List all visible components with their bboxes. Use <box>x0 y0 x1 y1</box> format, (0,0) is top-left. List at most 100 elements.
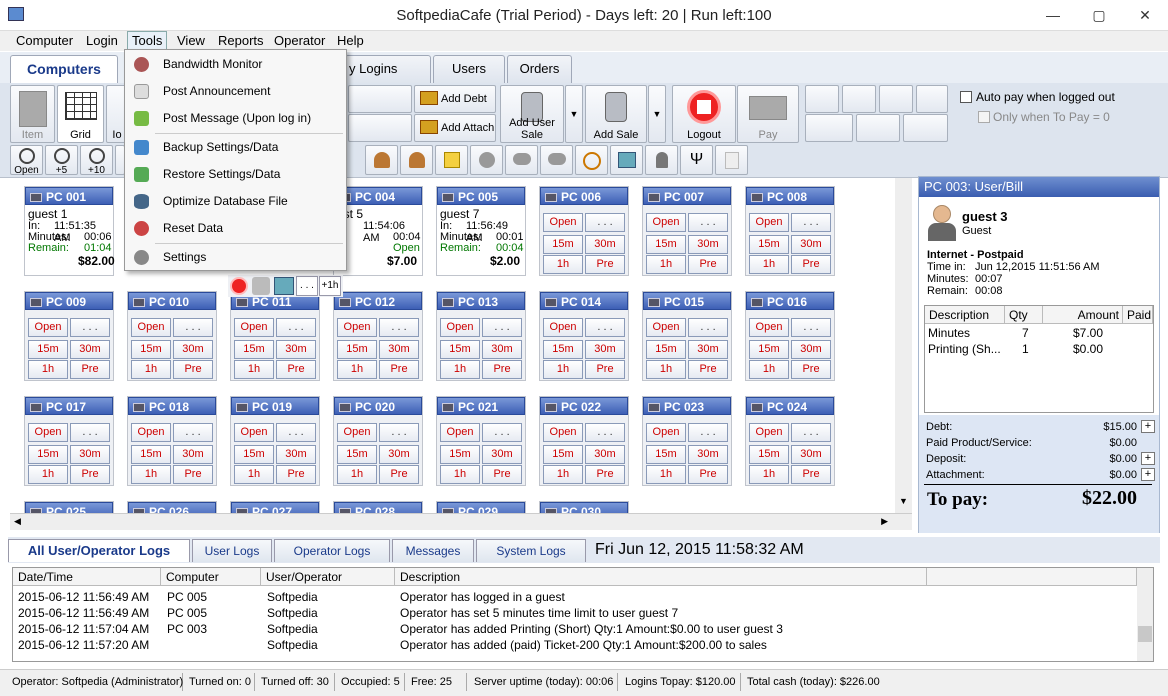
computer-tile[interactable]: PC 008 Open. . . 15m 30m 1h Pre <box>745 186 835 276</box>
pc-h1-button[interactable]: 1h <box>749 465 789 484</box>
computer-tile[interactable]: PC 009 Open. . . 15m 30m 1h Pre <box>24 291 114 381</box>
computer-tile[interactable]: PC 005 guest 7 In: 11:56:49 AM Minutes: 00:01… <box>436 186 526 276</box>
computer-tile[interactable]: PC 001 guest 1 In: 11:51:35 AM Minutes: 00:06… <box>24 186 115 276</box>
computer-tile-header[interactable]: PC 025 <box>25 502 113 513</box>
pc-pre-button[interactable]: Pre <box>791 360 831 379</box>
pc-h1-button[interactable]: 1h <box>440 360 480 379</box>
computer-tile-header[interactable]: PC 023 <box>643 397 731 415</box>
auto-pay-checkbox[interactable] <box>960 91 972 103</box>
menu-post-announcement[interactable]: Post Announcement <box>125 78 346 104</box>
pc-m30-button[interactable]: 30m <box>585 445 625 464</box>
menu-restore-settings[interactable]: Restore Settings/Data <box>125 161 346 187</box>
pc-dots-button[interactable]: . . . <box>791 213 831 232</box>
pc-m15-button[interactable]: 15m <box>749 445 789 464</box>
pc-m30-button[interactable]: 30m <box>585 235 625 254</box>
network-button[interactable] <box>610 145 643 175</box>
toolbar-gray-5[interactable] <box>805 114 853 142</box>
pc-m15-button[interactable]: 15m <box>234 445 274 464</box>
add-sale-dropdown[interactable]: ▼ <box>648 85 666 143</box>
menu-login[interactable]: Login <box>86 33 118 48</box>
add-user-sale-button[interactable]: Add User Sale <box>500 85 564 143</box>
open-all-button[interactable]: Open <box>10 145 43 176</box>
pc-m30-button[interactable]: 30m <box>173 340 213 359</box>
pc-h1-button[interactable]: 1h <box>131 360 171 379</box>
table-row[interactable]: 2015-06-12 11:56:49 AM PC 005 Softpedia Ope… <box>13 605 1137 621</box>
log-col-datetime[interactable]: Date/Time <box>13 568 161 586</box>
pc-dots-button[interactable]: . . . <box>688 213 728 232</box>
log-col-user[interactable]: User/Operator <box>261 568 395 586</box>
tab-all-logs[interactable]: All User/Operator Logs <box>8 539 190 562</box>
pc-m30-button[interactable]: 30m <box>70 445 110 464</box>
add-sale-button[interactable]: Add Sale <box>585 85 647 143</box>
pc-dots-button[interactable]: . . . <box>585 318 625 337</box>
logout-button[interactable]: Logout <box>672 85 736 143</box>
pc-pre-button[interactable]: Pre <box>482 360 522 379</box>
pc-h1-button[interactable]: 1h <box>234 360 274 379</box>
cup-icon[interactable] <box>252 277 270 295</box>
computer-tile[interactable]: PC 024 Open. . . 15m 30m 1h Pre <box>745 396 835 486</box>
pc-open-button[interactable]: Open <box>337 423 377 442</box>
pc-dots-button[interactable]: . . . <box>70 318 110 337</box>
computer-tile-header[interactable]: PC 010 <box>128 292 216 310</box>
pc-h1-button[interactable]: 1h <box>337 360 377 379</box>
pc-m15-button[interactable]: 15m <box>131 340 171 359</box>
pc-dots-button[interactable]: . . . <box>791 318 831 337</box>
pc-m30-button[interactable]: 30m <box>791 445 831 464</box>
computer-tile-header[interactable]: PC 027 <box>231 502 319 513</box>
pc-h1-button[interactable]: 1h <box>543 360 583 379</box>
pc-pre-button[interactable]: Pre <box>173 465 213 484</box>
log-col-computer[interactable]: Computer <box>161 568 261 586</box>
pc-open-button[interactable]: Open <box>543 213 583 232</box>
computer-tile-header[interactable]: PC 015 <box>643 292 731 310</box>
item-view-button[interactable]: Item <box>10 85 55 143</box>
pc-dots-button[interactable]: . . . <box>173 318 213 337</box>
close-button[interactable]: ✕ <box>1122 0 1168 30</box>
pc-pre-button[interactable]: Pre <box>688 360 728 379</box>
computer-tile[interactable]: PC 012 Open. . . 15m 30m 1h Pre <box>333 291 423 381</box>
pc-dots-button[interactable]: . . . <box>585 423 625 442</box>
pc-m15-button[interactable]: 15m <box>440 445 480 464</box>
computer-tile[interactable]: PC 011 Open. . . 15m 30m 1h Pre <box>230 291 320 381</box>
toolbar-gray-6[interactable] <box>856 114 900 142</box>
grid-horizontal-scrollbar[interactable]: ◀ ▶ <box>10 513 912 530</box>
pc-m30-button[interactable]: 30m <box>585 340 625 359</box>
pc-m15-button[interactable]: 15m <box>234 340 274 359</box>
only-when-checkbox[interactable] <box>978 111 990 123</box>
menu-optimize-database[interactable]: Optimize Database File <box>125 188 346 214</box>
computer-tile[interactable]: PC 016 Open. . . 15m 30m 1h Pre <box>745 291 835 381</box>
pc-dots-button[interactable]: . . . <box>379 318 419 337</box>
menu-tools[interactable]: Tools <box>127 31 168 51</box>
pc-m30-button[interactable]: 30m <box>379 340 419 359</box>
pc-dots-button[interactable]: . . . <box>70 423 110 442</box>
computer-tile[interactable]: PC 021 Open. . . 15m 30m 1h Pre <box>436 396 526 486</box>
computer-tile[interactable]: PC 029Open. . .15m30m1hPre <box>436 501 526 513</box>
pc-pre-button[interactable]: Pre <box>585 465 625 484</box>
pc-pre-button[interactable]: Pre <box>70 360 110 379</box>
menu-reset-data[interactable]: Reset Data <box>125 215 346 241</box>
pc-pre-button[interactable]: Pre <box>482 465 522 484</box>
toolbar-gray-4[interactable] <box>916 85 948 113</box>
log-scrollbar[interactable] <box>1137 568 1153 661</box>
computer-tile[interactable]: PC 014 Open. . . 15m 30m 1h Pre <box>539 291 629 381</box>
log-col-description[interactable]: Description <box>395 568 927 586</box>
pc-m30-button[interactable]: 30m <box>70 340 110 359</box>
pc-open-button[interactable]: Open <box>131 423 171 442</box>
pc-open-button[interactable]: Open <box>749 423 789 442</box>
computer-tile[interactable]: PC 026Open. . .15m30m1hPre <box>127 501 217 513</box>
menu-computer[interactable]: Computer <box>16 33 73 48</box>
computer-tile[interactable]: PC 006 Open. . . 15m 30m 1h Pre <box>539 186 629 276</box>
computer-tile[interactable]: PC 013 Open. . . 15m 30m 1h Pre <box>436 291 526 381</box>
tab-system-logs[interactable]: System Logs <box>476 539 586 562</box>
pc-open-button[interactable]: Open <box>440 318 480 337</box>
pc-m30-button[interactable]: 30m <box>173 445 213 464</box>
pc-m15-button[interactable]: 15m <box>131 445 171 464</box>
pc-h1-button[interactable]: 1h <box>749 255 789 274</box>
computer-tile[interactable]: PC 028Open. . .15m30m1hPre <box>333 501 423 513</box>
computer-tile-header[interactable]: PC 029 <box>437 502 525 513</box>
pc-pre-button[interactable]: Pre <box>379 465 419 484</box>
pc-h1-button[interactable]: 1h <box>749 360 789 379</box>
user-settings-button[interactable] <box>400 145 433 175</box>
pc-h1-button[interactable]: 1h <box>28 465 68 484</box>
pc-h1-button[interactable]: 1h <box>543 255 583 274</box>
menu-bandwidth-monitor[interactable]: Bandwidth Monitor <box>125 51 346 77</box>
